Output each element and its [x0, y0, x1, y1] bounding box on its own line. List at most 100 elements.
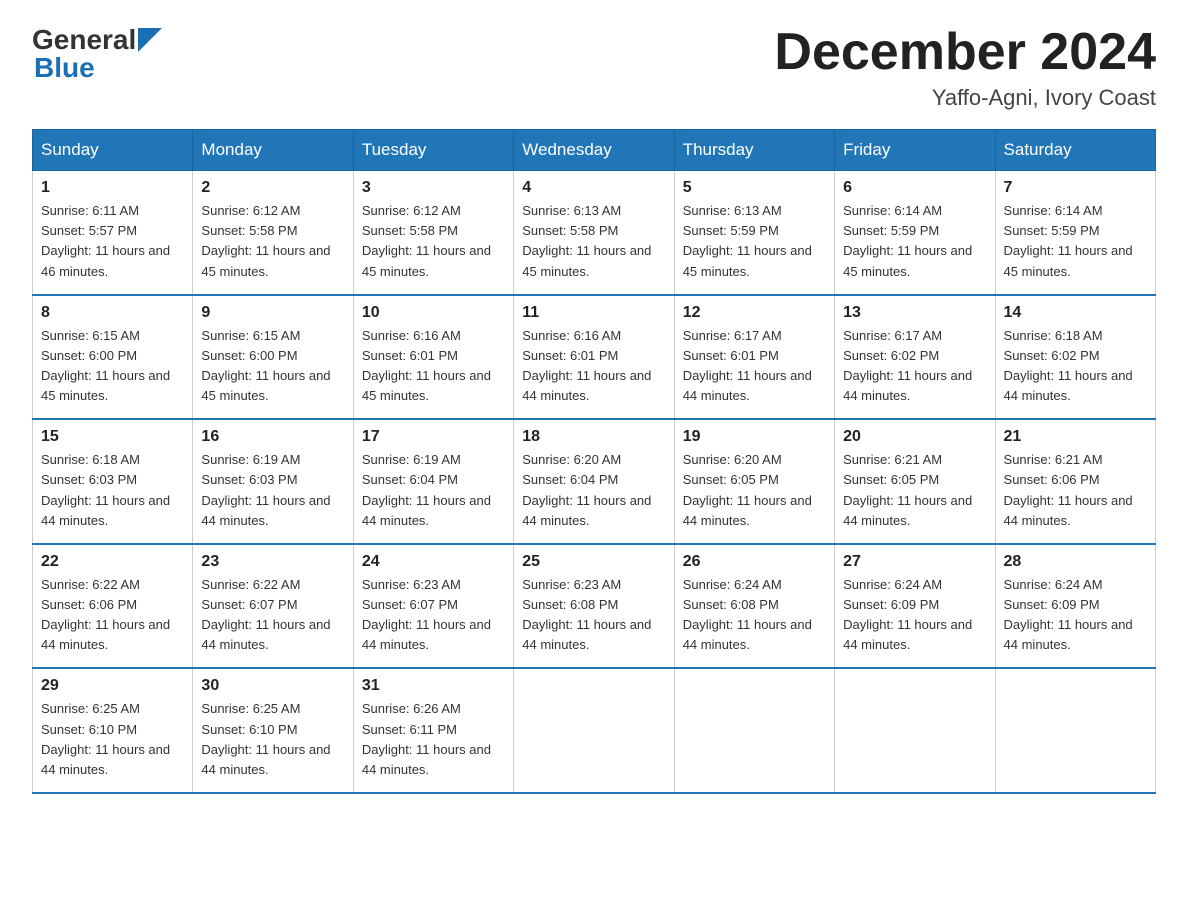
calendar-day-cell: 6 Sunrise: 6:14 AMSunset: 5:59 PMDayligh…	[835, 171, 995, 295]
day-number: 28	[1004, 553, 1147, 571]
calendar-header-wednesday: Wednesday	[514, 130, 674, 171]
day-info: Sunrise: 6:20 AMSunset: 6:05 PMDaylight:…	[683, 450, 826, 531]
calendar-day-cell	[674, 668, 834, 793]
day-info: Sunrise: 6:19 AMSunset: 6:03 PMDaylight:…	[201, 450, 344, 531]
day-info: Sunrise: 6:17 AMSunset: 6:01 PMDaylight:…	[683, 326, 826, 407]
calendar-day-cell: 22 Sunrise: 6:22 AMSunset: 6:06 PMDaylig…	[33, 544, 193, 669]
calendar-day-cell: 5 Sunrise: 6:13 AMSunset: 5:59 PMDayligh…	[674, 171, 834, 295]
calendar-week-row: 29 Sunrise: 6:25 AMSunset: 6:10 PMDaylig…	[33, 668, 1156, 793]
calendar-week-row: 15 Sunrise: 6:18 AMSunset: 6:03 PMDaylig…	[33, 419, 1156, 544]
day-info: Sunrise: 6:15 AMSunset: 6:00 PMDaylight:…	[41, 326, 184, 407]
calendar-header-tuesday: Tuesday	[353, 130, 513, 171]
calendar-week-row: 22 Sunrise: 6:22 AMSunset: 6:06 PMDaylig…	[33, 544, 1156, 669]
day-info: Sunrise: 6:12 AMSunset: 5:58 PMDaylight:…	[201, 201, 344, 282]
day-info: Sunrise: 6:14 AMSunset: 5:59 PMDaylight:…	[843, 201, 986, 282]
day-number: 7	[1004, 179, 1147, 197]
calendar-day-cell: 3 Sunrise: 6:12 AMSunset: 5:58 PMDayligh…	[353, 171, 513, 295]
day-info: Sunrise: 6:11 AMSunset: 5:57 PMDaylight:…	[41, 201, 184, 282]
calendar-day-cell: 29 Sunrise: 6:25 AMSunset: 6:10 PMDaylig…	[33, 668, 193, 793]
logo: General Blue	[32, 24, 162, 84]
calendar-day-cell: 9 Sunrise: 6:15 AMSunset: 6:00 PMDayligh…	[193, 295, 353, 420]
day-number: 26	[683, 553, 826, 571]
calendar-day-cell: 31 Sunrise: 6:26 AMSunset: 6:11 PMDaylig…	[353, 668, 513, 793]
day-number: 23	[201, 553, 344, 571]
day-number: 19	[683, 428, 826, 446]
day-info: Sunrise: 6:13 AMSunset: 5:59 PMDaylight:…	[683, 201, 826, 282]
day-number: 24	[362, 553, 505, 571]
calendar-header-saturday: Saturday	[995, 130, 1155, 171]
day-number: 27	[843, 553, 986, 571]
day-info: Sunrise: 6:16 AMSunset: 6:01 PMDaylight:…	[362, 326, 505, 407]
calendar-day-cell: 21 Sunrise: 6:21 AMSunset: 6:06 PMDaylig…	[995, 419, 1155, 544]
day-number: 12	[683, 304, 826, 322]
calendar-header-monday: Monday	[193, 130, 353, 171]
calendar-day-cell: 11 Sunrise: 6:16 AMSunset: 6:01 PMDaylig…	[514, 295, 674, 420]
day-number: 10	[362, 304, 505, 322]
day-info: Sunrise: 6:22 AMSunset: 6:07 PMDaylight:…	[201, 575, 344, 656]
calendar-day-cell: 14 Sunrise: 6:18 AMSunset: 6:02 PMDaylig…	[995, 295, 1155, 420]
day-number: 14	[1004, 304, 1147, 322]
calendar-day-cell: 23 Sunrise: 6:22 AMSunset: 6:07 PMDaylig…	[193, 544, 353, 669]
day-number: 8	[41, 304, 184, 322]
day-number: 4	[522, 179, 665, 197]
day-info: Sunrise: 6:15 AMSunset: 6:00 PMDaylight:…	[201, 326, 344, 407]
location-subtitle: Yaffo-Agni, Ivory Coast	[774, 85, 1156, 111]
calendar-day-cell: 28 Sunrise: 6:24 AMSunset: 6:09 PMDaylig…	[995, 544, 1155, 669]
calendar-day-cell: 10 Sunrise: 6:16 AMSunset: 6:01 PMDaylig…	[353, 295, 513, 420]
calendar-day-cell: 2 Sunrise: 6:12 AMSunset: 5:58 PMDayligh…	[193, 171, 353, 295]
day-info: Sunrise: 6:23 AMSunset: 6:08 PMDaylight:…	[522, 575, 665, 656]
calendar-week-row: 1 Sunrise: 6:11 AMSunset: 5:57 PMDayligh…	[33, 171, 1156, 295]
calendar-day-cell: 8 Sunrise: 6:15 AMSunset: 6:00 PMDayligh…	[33, 295, 193, 420]
logo-blue-text: Blue	[34, 52, 95, 83]
day-info: Sunrise: 6:25 AMSunset: 6:10 PMDaylight:…	[41, 699, 184, 780]
day-number: 29	[41, 677, 184, 695]
calendar-day-cell	[835, 668, 995, 793]
day-number: 1	[41, 179, 184, 197]
day-number: 16	[201, 428, 344, 446]
day-number: 21	[1004, 428, 1147, 446]
calendar-day-cell: 17 Sunrise: 6:19 AMSunset: 6:04 PMDaylig…	[353, 419, 513, 544]
day-info: Sunrise: 6:18 AMSunset: 6:02 PMDaylight:…	[1004, 326, 1147, 407]
day-info: Sunrise: 6:14 AMSunset: 5:59 PMDaylight:…	[1004, 201, 1147, 282]
day-info: Sunrise: 6:18 AMSunset: 6:03 PMDaylight:…	[41, 450, 184, 531]
calendar-day-cell: 26 Sunrise: 6:24 AMSunset: 6:08 PMDaylig…	[674, 544, 834, 669]
calendar-day-cell: 12 Sunrise: 6:17 AMSunset: 6:01 PMDaylig…	[674, 295, 834, 420]
logo-triangle-icon	[138, 28, 162, 52]
calendar-header-thursday: Thursday	[674, 130, 834, 171]
calendar-day-cell: 13 Sunrise: 6:17 AMSunset: 6:02 PMDaylig…	[835, 295, 995, 420]
day-info: Sunrise: 6:23 AMSunset: 6:07 PMDaylight:…	[362, 575, 505, 656]
calendar-table: SundayMondayTuesdayWednesdayThursdayFrid…	[32, 129, 1156, 794]
day-info: Sunrise: 6:16 AMSunset: 6:01 PMDaylight:…	[522, 326, 665, 407]
day-number: 3	[362, 179, 505, 197]
day-info: Sunrise: 6:19 AMSunset: 6:04 PMDaylight:…	[362, 450, 505, 531]
calendar-day-cell: 16 Sunrise: 6:19 AMSunset: 6:03 PMDaylig…	[193, 419, 353, 544]
day-info: Sunrise: 6:26 AMSunset: 6:11 PMDaylight:…	[362, 699, 505, 780]
day-number: 20	[843, 428, 986, 446]
calendar-header-friday: Friday	[835, 130, 995, 171]
day-number: 5	[683, 179, 826, 197]
day-number: 11	[522, 304, 665, 322]
calendar-day-cell: 25 Sunrise: 6:23 AMSunset: 6:08 PMDaylig…	[514, 544, 674, 669]
day-info: Sunrise: 6:24 AMSunset: 6:09 PMDaylight:…	[843, 575, 986, 656]
day-info: Sunrise: 6:13 AMSunset: 5:58 PMDaylight:…	[522, 201, 665, 282]
day-number: 25	[522, 553, 665, 571]
calendar-day-cell: 24 Sunrise: 6:23 AMSunset: 6:07 PMDaylig…	[353, 544, 513, 669]
day-info: Sunrise: 6:20 AMSunset: 6:04 PMDaylight:…	[522, 450, 665, 531]
calendar-header-row: SundayMondayTuesdayWednesdayThursdayFrid…	[33, 130, 1156, 171]
day-number: 15	[41, 428, 184, 446]
calendar-day-cell: 20 Sunrise: 6:21 AMSunset: 6:05 PMDaylig…	[835, 419, 995, 544]
day-number: 9	[201, 304, 344, 322]
day-info: Sunrise: 6:17 AMSunset: 6:02 PMDaylight:…	[843, 326, 986, 407]
calendar-header-sunday: Sunday	[33, 130, 193, 171]
calendar-day-cell: 7 Sunrise: 6:14 AMSunset: 5:59 PMDayligh…	[995, 171, 1155, 295]
calendar-day-cell: 19 Sunrise: 6:20 AMSunset: 6:05 PMDaylig…	[674, 419, 834, 544]
calendar-day-cell: 18 Sunrise: 6:20 AMSunset: 6:04 PMDaylig…	[514, 419, 674, 544]
calendar-day-cell: 27 Sunrise: 6:24 AMSunset: 6:09 PMDaylig…	[835, 544, 995, 669]
page-header: General Blue December 2024 Yaffo-Agni, I…	[32, 24, 1156, 111]
day-number: 22	[41, 553, 184, 571]
day-info: Sunrise: 6:22 AMSunset: 6:06 PMDaylight:…	[41, 575, 184, 656]
day-number: 18	[522, 428, 665, 446]
day-number: 2	[201, 179, 344, 197]
title-block: December 2024 Yaffo-Agni, Ivory Coast	[774, 24, 1156, 111]
month-title: December 2024	[774, 24, 1156, 81]
